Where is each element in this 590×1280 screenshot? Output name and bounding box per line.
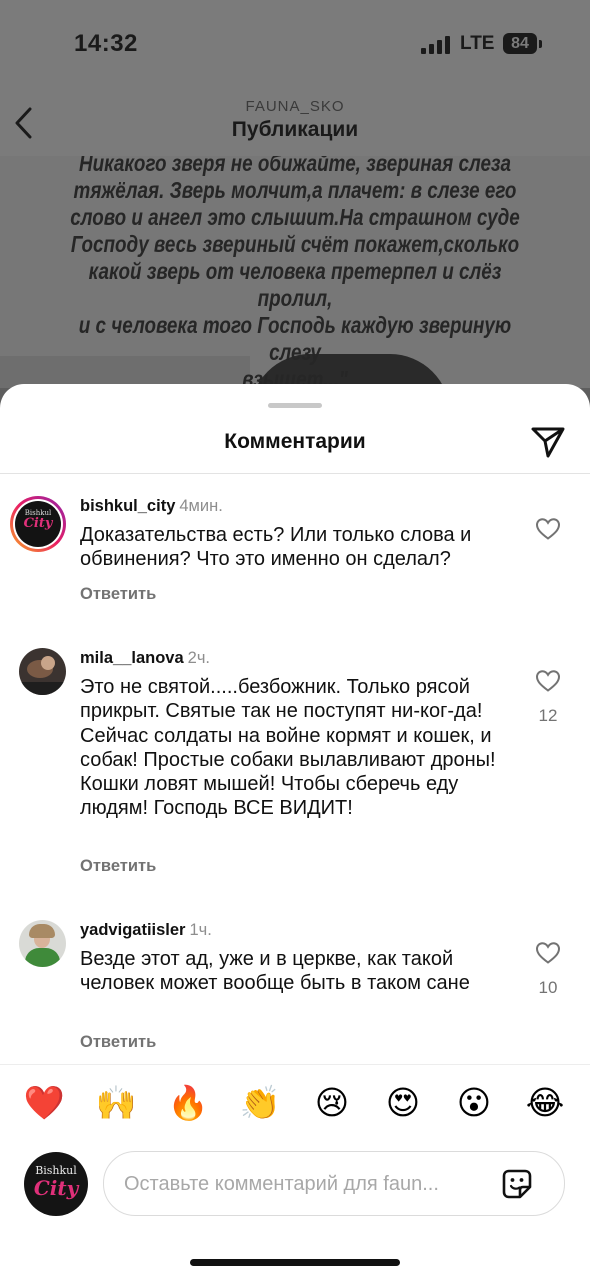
like-count: 12: [538, 706, 558, 725]
comment-composer: [103, 1151, 565, 1216]
comment-username[interactable]: bishkul_city: [80, 497, 175, 515]
reply-button[interactable]: Ответить: [80, 1033, 156, 1052]
post-image: Никакого зверя не обижайте, звериная сле…: [0, 156, 590, 388]
emoji-raised-hands-button[interactable]: 🙌: [91, 1083, 141, 1123]
sheet-drag-handle[interactable]: [268, 403, 322, 408]
emoji-heart-eyes-button[interactable]: 😍: [378, 1083, 428, 1123]
avatar-logo-text: Bishkul: [24, 509, 52, 517]
comment-text: Это не святой.....безбожник. Только рясо…: [80, 676, 496, 820]
header-username: FAUNA_SKO: [245, 98, 345, 115]
sheet-divider: [0, 473, 590, 474]
comment-text: Везде этот ад, уже и в церкве, как такой…: [80, 948, 470, 995]
avatar[interactable]: City Bishkul: [10, 496, 66, 552]
avatar[interactable]: [19, 920, 66, 967]
home-indicator[interactable]: [190, 1259, 400, 1266]
heart-icon[interactable]: [535, 941, 561, 965]
battery-icon: 84: [503, 33, 537, 54]
comment-username[interactable]: yadvigatiisler: [80, 921, 185, 939]
comment-text: Доказательства есть? Или только слова и …: [80, 524, 472, 571]
post-header: FAUNA_SKO Публикации: [0, 90, 590, 156]
emoji-laughing-button[interactable]: 😂: [520, 1083, 570, 1123]
emoji-reaction-bar: ❤️ 🙌 🔥 👏 😢 😍 😮 😂: [0, 1064, 590, 1149]
emoji-crying-button[interactable]: 😢: [307, 1083, 357, 1123]
comment-time: 4мин.: [179, 497, 223, 515]
comment-header: mila__lanova 2ч.: [80, 649, 210, 668]
emoji-fire-button[interactable]: 🔥: [163, 1083, 213, 1123]
like-count: 10: [538, 978, 558, 997]
post-quote-text: Никакого зверя не обижайте, звериная сле…: [70, 156, 520, 388]
emoji-clapping-button[interactable]: 👏: [235, 1083, 285, 1123]
status-bar: 14:32 LTE 84: [0, 0, 590, 90]
comment-username[interactable]: mila__lanova: [80, 649, 184, 667]
network-type: LTE: [460, 33, 495, 54]
heart-icon[interactable]: [535, 669, 561, 693]
battery-tip: [539, 40, 542, 48]
sheet-title: Комментарии: [224, 430, 366, 453]
page-title: Публикации: [231, 118, 359, 141]
heart-icon[interactable]: [535, 517, 561, 541]
emoji-heart-button[interactable]: ❤️: [19, 1083, 69, 1123]
avatar-logo-text: City: [33, 1176, 79, 1200]
comment-input[interactable]: [122, 1162, 486, 1206]
comment-time: 2ч.: [187, 649, 210, 667]
comment-time: 1ч.: [189, 921, 212, 939]
emoji-surprised-button[interactable]: 😮: [449, 1083, 499, 1123]
avatar[interactable]: [19, 648, 66, 695]
share-icon[interactable]: [528, 422, 568, 462]
current-user-avatar: Bishkul City: [24, 1152, 88, 1216]
status-time: 14:32: [74, 30, 138, 57]
comment-header: bishkul_city 4мин.: [80, 497, 223, 516]
sticker-icon[interactable]: [500, 1167, 534, 1201]
avatar-logo-text: City: [23, 516, 53, 531]
signal-icon: [421, 36, 451, 54]
reply-button[interactable]: Ответить: [80, 585, 156, 604]
comment-header: yadvigatiisler 1ч.: [80, 921, 212, 940]
reply-button[interactable]: Ответить: [80, 857, 156, 876]
